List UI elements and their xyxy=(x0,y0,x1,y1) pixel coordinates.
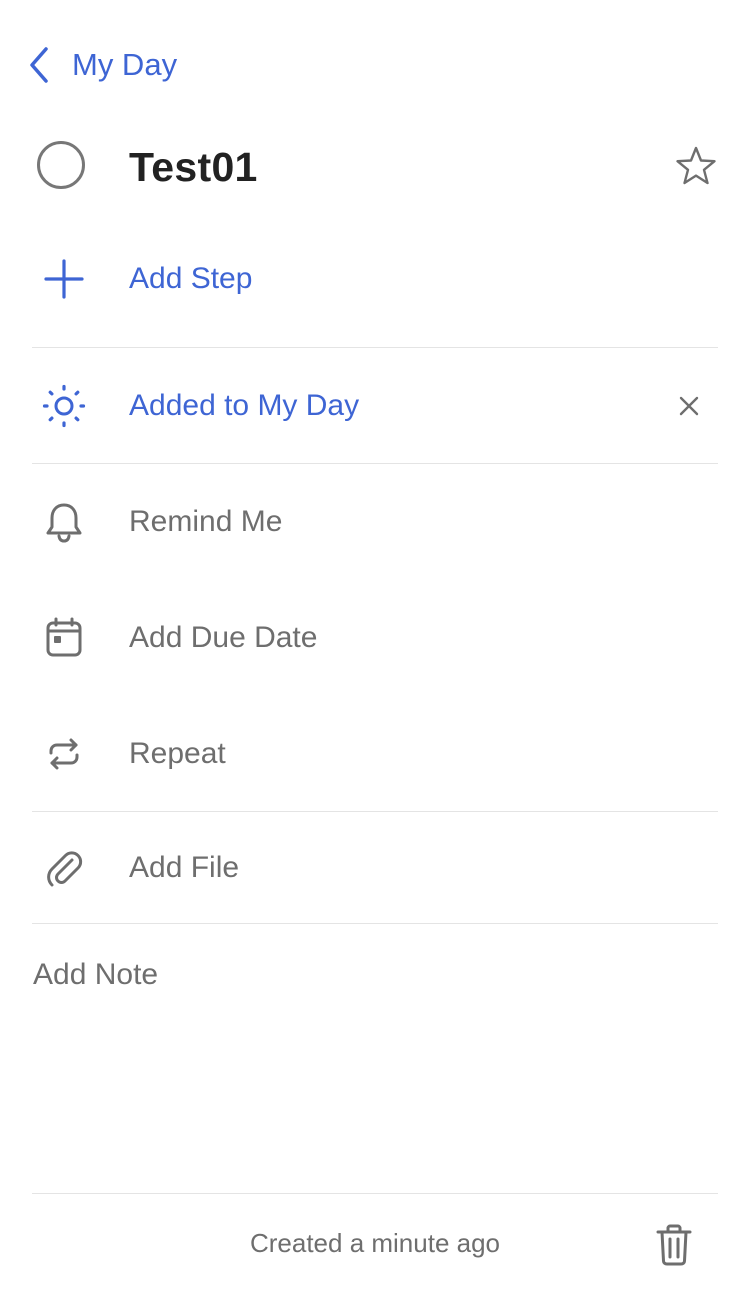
back-button[interactable]: My Day xyxy=(26,40,177,90)
plus-icon xyxy=(32,254,96,304)
trash-icon[interactable] xyxy=(654,1223,694,1267)
close-icon[interactable] xyxy=(674,391,704,421)
star-icon[interactable] xyxy=(674,144,718,188)
chevron-left-icon xyxy=(30,47,48,83)
sun-icon xyxy=(32,381,96,431)
complete-checkbox[interactable] xyxy=(37,141,85,189)
repeat-row[interactable]: Repeat xyxy=(32,729,718,779)
my-day-row[interactable]: Added to My Day xyxy=(32,381,718,431)
divider xyxy=(32,811,718,812)
divider xyxy=(32,347,718,348)
paperclip-icon xyxy=(32,843,96,893)
divider xyxy=(32,1193,718,1194)
my-day-label: Added to My Day xyxy=(129,389,360,422)
divider xyxy=(32,923,718,924)
task-header: Test01 xyxy=(32,136,718,200)
remind-me-label: Remind Me xyxy=(129,505,283,538)
repeat-icon xyxy=(32,729,96,779)
task-detail-page: My Day Test01 Add Step Added to My Day R… xyxy=(0,0,750,1294)
calendar-icon xyxy=(32,613,96,663)
remind-me-row[interactable]: Remind Me xyxy=(32,497,718,547)
back-label: My Day xyxy=(72,47,178,82)
repeat-label: Repeat xyxy=(129,737,226,770)
add-file-row[interactable]: Add File xyxy=(32,843,718,893)
add-step-label: Add Step xyxy=(129,262,253,295)
add-step-row[interactable]: Add Step xyxy=(32,254,718,304)
task-title[interactable]: Test01 xyxy=(129,144,258,191)
bell-icon xyxy=(32,497,96,547)
divider xyxy=(32,463,718,464)
created-timestamp: Created a minute ago xyxy=(249,1228,501,1258)
due-date-label: Add Due Date xyxy=(129,621,318,654)
note-field[interactable]: Add Note xyxy=(33,958,158,992)
add-file-label: Add File xyxy=(129,851,240,884)
due-date-row[interactable]: Add Due Date xyxy=(32,613,718,663)
